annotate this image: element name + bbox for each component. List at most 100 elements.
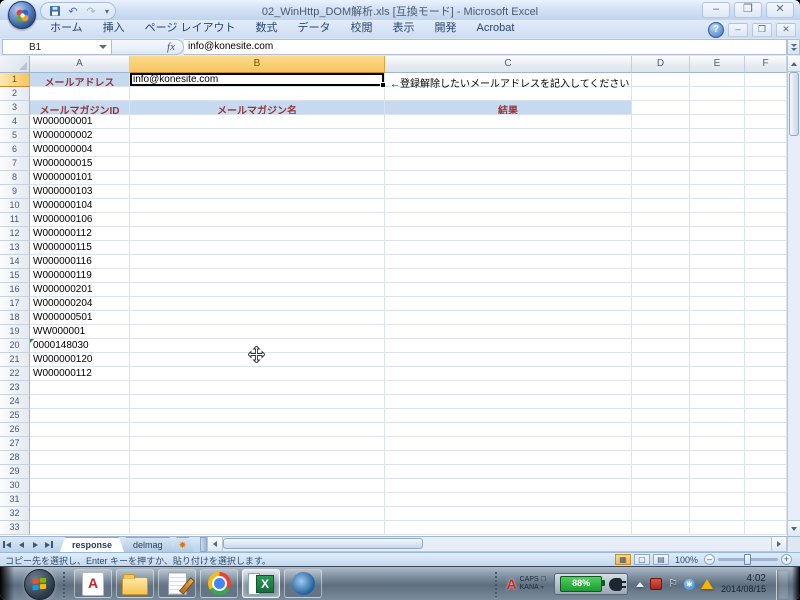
cell-C24[interactable] — [385, 395, 632, 409]
cell-C17[interactable] — [385, 297, 632, 311]
tray-app-icon[interactable] — [650, 578, 662, 590]
cell-A13[interactable]: W000000115 — [30, 241, 130, 255]
cell-A9[interactable]: W000000103 — [30, 185, 130, 199]
cell-D30[interactable] — [632, 479, 690, 493]
cell-F33[interactable] — [745, 521, 787, 535]
cell-D1[interactable] — [632, 73, 690, 87]
cell-F20[interactable] — [745, 339, 787, 353]
cell-B25[interactable] — [130, 409, 385, 423]
cell-E8[interactable] — [690, 171, 745, 185]
ribbon-tab-3[interactable]: 数式 — [246, 20, 288, 38]
cell-C4[interactable] — [385, 115, 632, 129]
row-header-4[interactable]: 4 — [0, 115, 30, 129]
cell-E20[interactable] — [690, 339, 745, 353]
cell-D18[interactable] — [632, 311, 690, 325]
cell-F12[interactable] — [745, 227, 787, 241]
cell-B24[interactable] — [130, 395, 385, 409]
ribbon-tab-7[interactable]: 開発 — [425, 20, 467, 38]
cell-C10[interactable] — [385, 199, 632, 213]
cell-F31[interactable] — [745, 493, 787, 507]
cell-C30[interactable] — [385, 479, 632, 493]
cell-C13[interactable] — [385, 241, 632, 255]
cell-A19[interactable]: WW000001 — [30, 325, 130, 339]
row-header-25[interactable]: 25 — [0, 409, 30, 423]
cell-B17[interactable] — [130, 297, 385, 311]
ribbon-tab-8[interactable]: Acrobat — [467, 20, 525, 38]
cell-C6[interactable] — [385, 143, 632, 157]
vertical-scrollbar[interactable] — [787, 56, 800, 536]
cell-F8[interactable] — [745, 171, 787, 185]
cell-B32[interactable] — [130, 507, 385, 521]
cell-B2[interactable] — [130, 87, 385, 101]
taskbar-firefox-button[interactable] — [284, 569, 322, 598]
first-sheet-button[interactable] — [0, 537, 14, 552]
customize-qat-button[interactable]: ▾ — [105, 7, 109, 16]
cell-D19[interactable] — [632, 325, 690, 339]
redo-button[interactable]: ↷ — [83, 4, 99, 18]
cell-C7[interactable] — [385, 157, 632, 171]
cell-B18[interactable] — [130, 311, 385, 325]
cell-F1[interactable] — [745, 73, 787, 87]
doc-close-button[interactable]: ✕ — [776, 23, 796, 37]
taskbar-notepad-button[interactable] — [158, 569, 196, 598]
cell-F10[interactable] — [745, 199, 787, 213]
insert-worksheet-button[interactable]: ✸ — [172, 537, 194, 553]
cell-D33[interactable] — [632, 521, 690, 535]
cell-B5[interactable] — [130, 129, 385, 143]
cell-E14[interactable] — [690, 255, 745, 269]
zoom-level[interactable]: 100% — [675, 555, 698, 565]
cell-B29[interactable] — [130, 465, 385, 479]
insert-function-button[interactable]: fx — [112, 39, 184, 55]
cell-E9[interactable] — [690, 185, 745, 199]
cell-C20[interactable] — [385, 339, 632, 353]
taskbar-chrome-button[interactable] — [200, 569, 238, 598]
cell-E2[interactable] — [690, 87, 745, 101]
cell-A24[interactable] — [30, 395, 130, 409]
google-drive-icon[interactable] — [701, 579, 713, 589]
cell-A12[interactable]: W000000112 — [30, 227, 130, 241]
cell-E17[interactable] — [690, 297, 745, 311]
save-button[interactable] — [47, 4, 63, 18]
cell-D9[interactable] — [632, 185, 690, 199]
cell-F5[interactable] — [745, 129, 787, 143]
cell-B13[interactable] — [130, 241, 385, 255]
cell-D11[interactable] — [632, 213, 690, 227]
cell-F26[interactable] — [745, 423, 787, 437]
col-header-D[interactable]: D — [632, 56, 690, 73]
prev-sheet-button[interactable] — [14, 537, 28, 552]
cell-A26[interactable] — [30, 423, 130, 437]
cell-A6[interactable]: W000000004 — [30, 143, 130, 157]
cell-A14[interactable]: W000000116 — [30, 255, 130, 269]
scroll-right-icon[interactable] — [771, 537, 786, 551]
cell-E30[interactable] — [690, 479, 745, 493]
cell-D16[interactable] — [632, 283, 690, 297]
row-header-27[interactable]: 27 — [0, 437, 30, 451]
cell-E32[interactable] — [690, 507, 745, 521]
name-box-dropdown-icon[interactable] — [99, 45, 107, 49]
cell-A16[interactable]: W000000201 — [30, 283, 130, 297]
horizontal-scrollbar[interactable] — [207, 537, 787, 552]
row-header-18[interactable]: 18 — [0, 311, 30, 325]
cell-E15[interactable] — [690, 269, 745, 283]
zoom-out-button[interactable]: – — [704, 554, 715, 565]
cell-F13[interactable] — [745, 241, 787, 255]
row-header-23[interactable]: 23 — [0, 381, 30, 395]
cell-E22[interactable] — [690, 367, 745, 381]
cell-E5[interactable] — [690, 129, 745, 143]
cell-A11[interactable]: W000000106 — [30, 213, 130, 227]
cell-A2[interactable] — [30, 87, 130, 101]
cell-F7[interactable] — [745, 157, 787, 171]
cell-B7[interactable] — [130, 157, 385, 171]
minimize-button[interactable]: – — [702, 2, 730, 18]
row-header-20[interactable]: 20 — [0, 339, 30, 353]
cell-D14[interactable] — [632, 255, 690, 269]
select-all-corner[interactable] — [0, 56, 30, 73]
cell-C21[interactable] — [385, 353, 632, 367]
cell-B8[interactable] — [130, 171, 385, 185]
cell-B23[interactable] — [130, 381, 385, 395]
cell-C15[interactable] — [385, 269, 632, 283]
cell-C27[interactable] — [385, 437, 632, 451]
cell-F6[interactable] — [745, 143, 787, 157]
cell-E31[interactable] — [690, 493, 745, 507]
cell-C31[interactable] — [385, 493, 632, 507]
